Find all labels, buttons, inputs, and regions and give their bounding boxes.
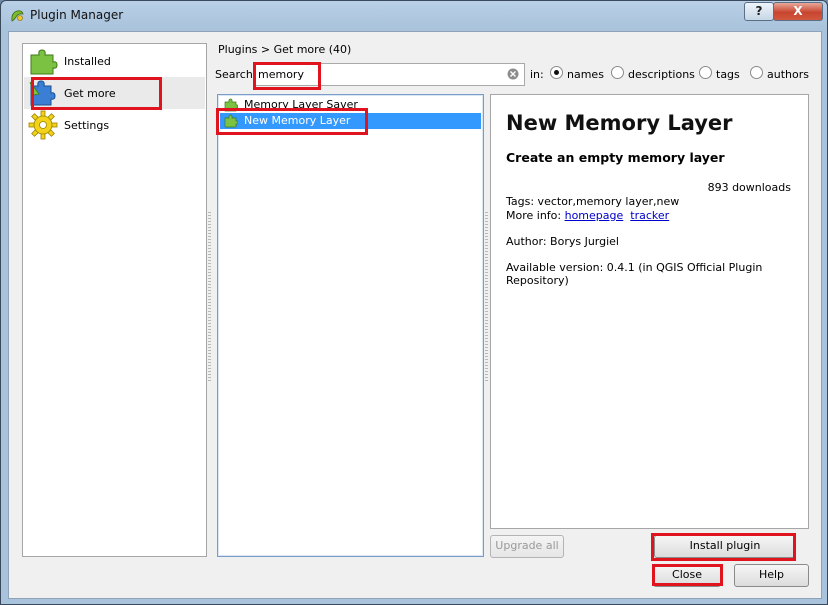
radio-authors-label: authors	[767, 68, 809, 81]
plugin-description: Create an empty memory layer	[506, 150, 725, 165]
list-item-label: Memory Layer Saver	[244, 98, 358, 111]
plugin-more-info: More info: homepage tracker	[506, 209, 669, 222]
window-title: Plugin Manager	[30, 8, 124, 22]
sidebar-item-label: Installed	[64, 55, 111, 68]
clear-search-icon[interactable]	[507, 68, 519, 80]
close-button[interactable]: Close	[653, 564, 721, 587]
help-button[interactable]: Help	[734, 564, 809, 587]
radio-names[interactable]	[550, 66, 563, 79]
search-label: Search	[215, 68, 253, 81]
sidebar-item-get-more[interactable]: Get more	[24, 77, 205, 109]
title-bar[interactable]: Plugin Manager ? X	[1, 1, 827, 31]
radio-tags[interactable]	[699, 66, 712, 79]
radio-names-label: names	[567, 68, 604, 81]
plugin-downloads: 893 downloads	[707, 181, 791, 194]
puzzle-green-icon	[30, 49, 58, 75]
details-splitter-handle[interactable]	[485, 212, 488, 382]
sidebar-item-settings[interactable]: Settings	[24, 109, 205, 141]
sidebar-item-installed[interactable]: Installed	[24, 45, 205, 77]
sidebar-splitter-handle[interactable]	[208, 212, 211, 382]
qgis-app-icon	[11, 10, 24, 22]
search-in-label: in:	[530, 68, 544, 81]
sidebar-item-label: Get more	[64, 87, 116, 100]
radio-descriptions-label: descriptions	[628, 68, 695, 81]
puzzle-green-icon	[224, 114, 238, 128]
plugin-tags: Tags: vector,memory layer,new	[506, 195, 680, 208]
close-window-button[interactable]: X	[773, 2, 823, 21]
plugin-author: Author: Borys Jurgiel	[506, 235, 619, 248]
sidebar: Installed Get more Settings	[22, 43, 207, 557]
plugin-details-panel: New Memory Layer Create an empty memory …	[490, 94, 809, 529]
list-item[interactable]: Memory Layer Saver	[220, 97, 481, 113]
search-input-value: memory	[258, 68, 304, 81]
radio-tags-label: tags	[716, 68, 740, 81]
install-plugin-button[interactable]: Install plugin	[654, 535, 796, 558]
radio-descriptions[interactable]	[611, 66, 624, 79]
upgrade-all-button[interactable]: Upgrade all	[490, 535, 564, 558]
plugin-list[interactable]: Memory Layer Saver New Memory Layer	[217, 94, 484, 557]
tracker-link[interactable]: tracker	[630, 209, 669, 222]
more-info-label: More info:	[506, 209, 562, 222]
plugin-name: New Memory Layer	[506, 111, 733, 135]
breadcrumb: Plugins > Get more (40)	[218, 43, 352, 56]
plugin-manager-window: Plugin Manager ? X Installed Get more Se…	[0, 0, 828, 605]
list-item[interactable]: New Memory Layer	[220, 113, 481, 129]
radio-authors[interactable]	[750, 66, 763, 79]
sidebar-item-label: Settings	[64, 119, 110, 132]
help-title-button[interactable]: ?	[744, 2, 774, 21]
puzzle-green-icon	[224, 98, 238, 112]
plugin-version: Available version: 0.4.1 (in QGIS Offici…	[506, 261, 763, 287]
gear-yellow-icon	[28, 110, 58, 140]
search-input[interactable]: memory	[253, 63, 525, 86]
puzzle-blue-icon	[29, 80, 56, 106]
dialog-client-area: Installed Get more Settings Plugins > Ge…	[8, 31, 822, 599]
list-item-label: New Memory Layer	[244, 114, 351, 127]
homepage-link[interactable]: homepage	[565, 209, 624, 222]
